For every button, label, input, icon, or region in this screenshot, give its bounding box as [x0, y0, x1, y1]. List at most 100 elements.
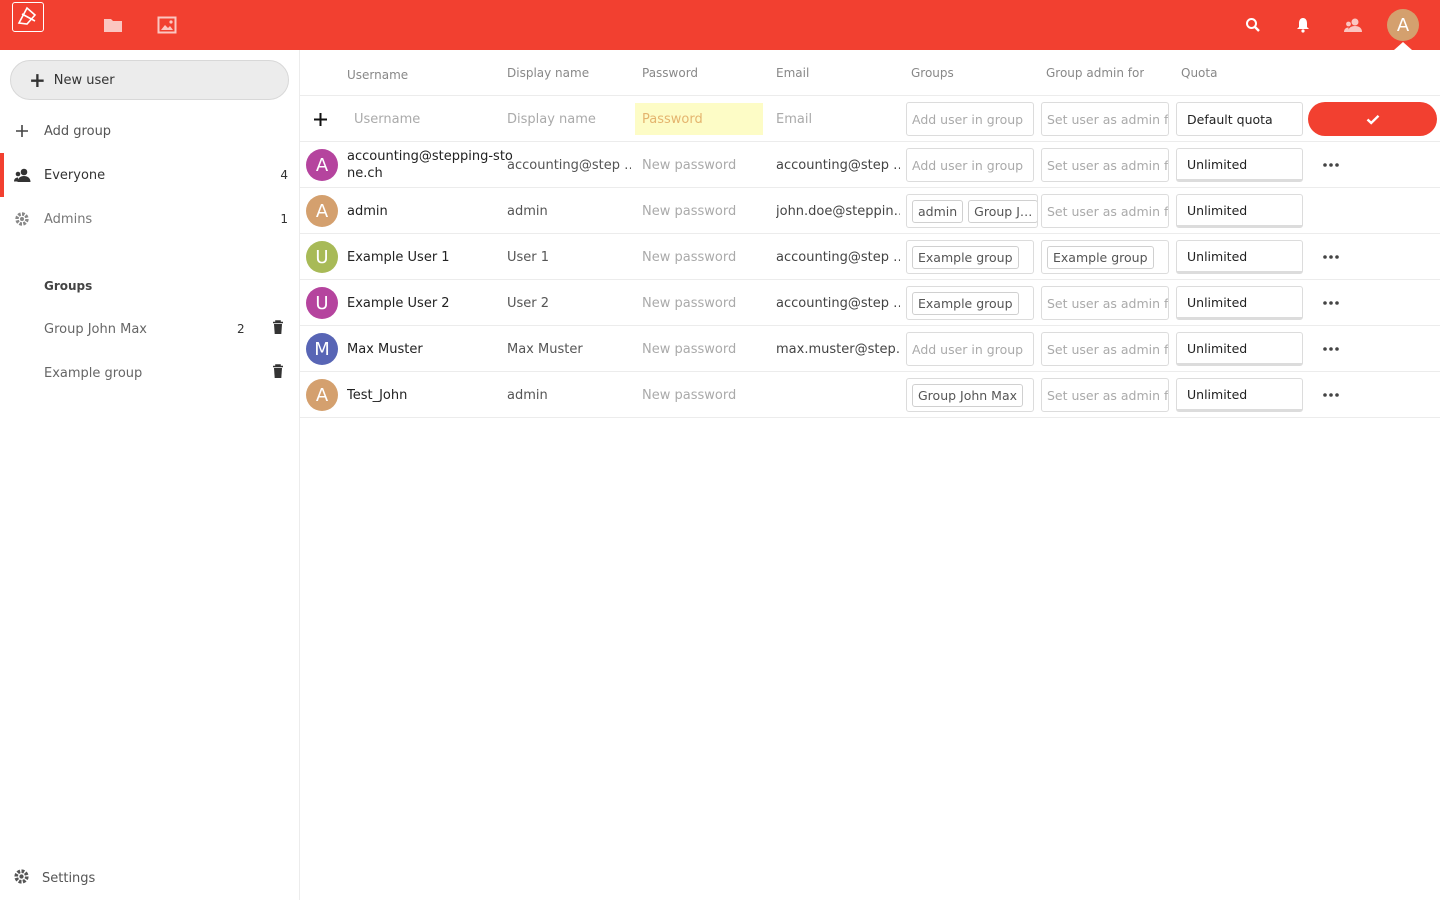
- groups-placeholder: Add user in group: [912, 157, 1024, 173]
- username-cell: Example User 2: [347, 295, 450, 311]
- sidebar-item-admins[interactable]: Admins 1: [0, 197, 299, 241]
- contacts-icon[interactable]: [1341, 13, 1365, 37]
- email-field[interactable]: accounting@step …: [776, 280, 900, 326]
- new-email-input[interactable]: Email: [776, 96, 812, 142]
- groups-heading: Groups: [44, 279, 93, 293]
- groups-select[interactable]: Group John Max: [906, 378, 1034, 412]
- group-admin-select[interactable]: Set user as admin for: [1041, 148, 1169, 182]
- email-field[interactable]: john.doe@steppin…: [776, 188, 900, 234]
- column-header-quota[interactable]: Quota: [1181, 50, 1217, 96]
- column-header-display-name[interactable]: Display name: [507, 50, 589, 96]
- plus-icon: +: [29, 68, 46, 92]
- new-password-input[interactable]: Password: [635, 103, 763, 135]
- groups-select[interactable]: Example group: [906, 240, 1034, 274]
- email-field[interactable]: [776, 372, 900, 418]
- display-name-field[interactable]: Max Muster: [507, 326, 631, 372]
- email-field[interactable]: max.muster@step…: [776, 326, 900, 372]
- search-icon[interactable]: [1241, 13, 1265, 37]
- more-options-icon[interactable]: [1320, 280, 1342, 326]
- quota-select[interactable]: Unlimited: [1176, 240, 1303, 274]
- more-options-icon[interactable]: [1320, 234, 1342, 280]
- email-field[interactable]: accounting@step …: [776, 142, 900, 188]
- table-row: Aadmin admin New password john.doe@steppin……: [300, 188, 1440, 234]
- avatar-letter: A: [1396, 14, 1410, 36]
- everyone-label: Everyone: [44, 167, 106, 183]
- table-row: A Test_John admin New password Group John Ma…: [300, 372, 1440, 418]
- username-line: ne.ch: [347, 166, 383, 181]
- avatar: A: [306, 195, 338, 227]
- group-tag[interactable]: admin: [912, 199, 964, 223]
- more-options-icon[interactable]: [1320, 142, 1342, 188]
- quota-select[interactable]: Unlimited: [1176, 194, 1303, 228]
- column-header-email[interactable]: Email: [776, 50, 809, 96]
- display-name-field[interactable]: User 1: [507, 234, 631, 280]
- group-tag[interactable]: Group J…: [968, 199, 1037, 223]
- display-name-field[interactable]: admin: [507, 372, 631, 418]
- delete-group-icon[interactable]: [272, 320, 284, 338]
- new-user-groups-select[interactable]: Add user in group: [906, 102, 1034, 136]
- group-admin-select[interactable]: Set user as admin for: [1041, 286, 1169, 320]
- group-tag[interactable]: Example group: [912, 245, 1019, 269]
- groups-placeholder: Add user in group: [912, 341, 1024, 357]
- admins-count: 1: [280, 212, 288, 226]
- group-admin-select[interactable]: Example group: [1041, 240, 1169, 274]
- delete-group-icon[interactable]: [272, 364, 284, 382]
- sidebar-item-group-john-max[interactable]: Group John Max 2: [0, 307, 299, 351]
- gear-icon: [13, 210, 31, 228]
- group-tag[interactable]: Example group: [912, 291, 1019, 315]
- email-field[interactable]: accounting@step …: [776, 234, 900, 280]
- add-group-label: Add group: [44, 123, 112, 139]
- new-username-input[interactable]: Username: [354, 96, 420, 142]
- settings-button[interactable]: Settings: [0, 860, 299, 896]
- password-field[interactable]: New password: [642, 280, 736, 326]
- sidebar-item-everyone[interactable]: Everyone 4: [0, 153, 299, 197]
- add-group-button[interactable]: Add group: [0, 109, 299, 153]
- confirm-new-user-button[interactable]: [1308, 102, 1437, 136]
- password-field[interactable]: New password: [642, 188, 736, 234]
- notifications-icon[interactable]: [1291, 13, 1315, 37]
- settings-label: Settings: [42, 870, 96, 886]
- password-field[interactable]: New password: [642, 234, 736, 280]
- files-icon[interactable]: [101, 13, 125, 37]
- table-row: A accounting@stepping-sto ne.ch accountin…: [300, 142, 1440, 188]
- group-admin-select[interactable]: Set user as admin for: [1041, 332, 1169, 366]
- admins-label: Admins: [44, 211, 93, 227]
- more-options-icon[interactable]: [1320, 372, 1342, 418]
- avatar-letter: A: [315, 154, 329, 176]
- display-name-field[interactable]: admin: [507, 188, 631, 234]
- username-cell: accounting@stepping-sto ne.ch: [347, 142, 513, 188]
- new-user-admin-select[interactable]: Set user as admin for: [1041, 102, 1169, 136]
- user-avatar-menu[interactable]: A: [1387, 9, 1419, 41]
- sidebar-item-example-group[interactable]: Example group: [0, 351, 299, 395]
- quota-select[interactable]: Unlimited: [1176, 332, 1303, 366]
- more-options-icon[interactable]: [1320, 326, 1342, 372]
- photos-icon[interactable]: [155, 13, 179, 37]
- username-cell: Test_John: [347, 387, 408, 403]
- quota-select[interactable]: Unlimited: [1176, 378, 1303, 412]
- display-name-field[interactable]: accounting@step …: [507, 142, 631, 188]
- groups-select[interactable]: admin Group J…: [906, 194, 1038, 228]
- group-admin-select[interactable]: Set user as admin for: [1041, 194, 1169, 228]
- groups-select[interactable]: Add user in group: [906, 148, 1034, 182]
- column-header-username[interactable]: Username: [347, 52, 408, 98]
- new-user-label: New user: [53, 72, 115, 88]
- password-field[interactable]: New password: [642, 326, 736, 372]
- group-tag[interactable]: Group John Max: [912, 383, 1024, 407]
- display-name-field[interactable]: User 2: [507, 280, 631, 326]
- admin-placeholder: Set user as admin for: [1047, 341, 1169, 357]
- app-logo[interactable]: [12, 2, 44, 32]
- new-user-quota-select[interactable]: Default quota: [1176, 102, 1303, 136]
- avatar-letter: A: [315, 200, 329, 222]
- groups-select[interactable]: Add user in group: [906, 332, 1034, 366]
- admin-placeholder: Set user as admin for: [1047, 203, 1169, 219]
- admin-group-tag[interactable]: Example group: [1047, 245, 1154, 269]
- quota-select[interactable]: Unlimited: [1176, 286, 1303, 320]
- groups-select[interactable]: Example group: [906, 286, 1034, 320]
- new-user-button[interactable]: + New user: [10, 60, 289, 100]
- password-field[interactable]: New password: [642, 142, 736, 188]
- new-display-name-input[interactable]: Display name: [507, 96, 596, 142]
- quota-select[interactable]: Unlimited: [1176, 148, 1303, 182]
- password-field[interactable]: New password: [642, 372, 736, 418]
- table-row: U Example User 1 User 1 New password account…: [300, 234, 1440, 280]
- group-admin-select[interactable]: Set user as admin for: [1041, 378, 1169, 412]
